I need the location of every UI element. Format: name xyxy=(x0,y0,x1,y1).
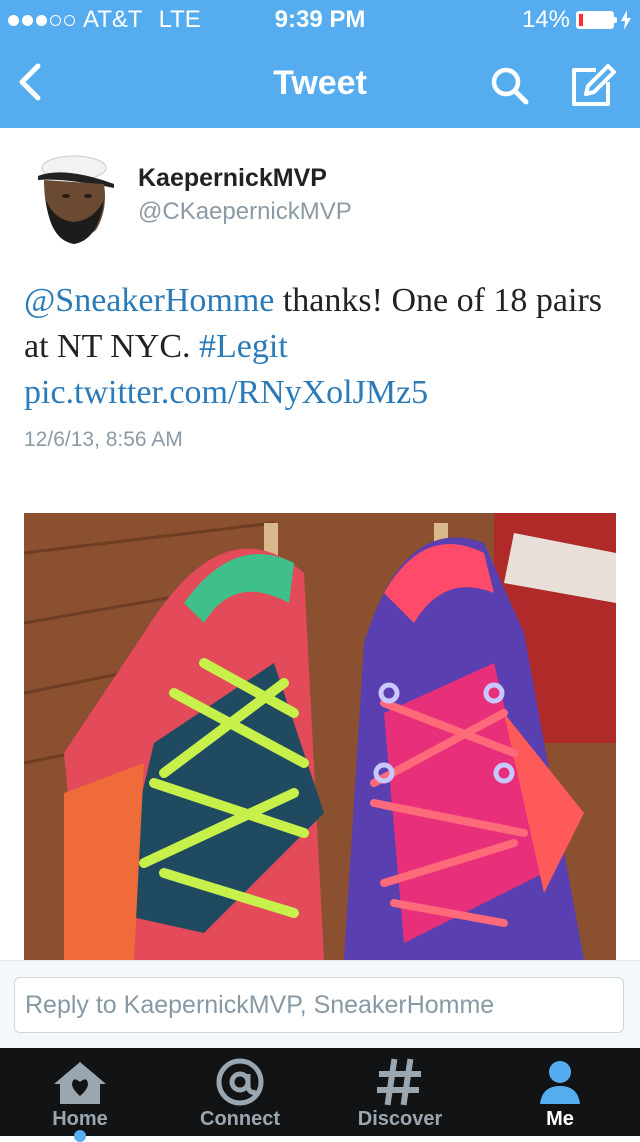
tweet-text: @SneakerHomme thanks! One of 18 pairs at… xyxy=(24,278,624,416)
tab-connect-label: Connect xyxy=(200,1108,280,1130)
search-button[interactable] xyxy=(488,64,532,108)
author-name[interactable]: KaepernickMVP xyxy=(138,164,327,193)
tab-me[interactable]: Me xyxy=(480,1048,640,1136)
at-icon xyxy=(216,1058,264,1106)
tab-home-label: Home xyxy=(52,1108,108,1130)
home-icon xyxy=(54,1062,106,1104)
tab-connect[interactable]: Connect xyxy=(160,1048,320,1136)
reply-input[interactable] xyxy=(14,977,624,1033)
avatar-image xyxy=(24,150,120,246)
mention-link[interactable]: @SneakerHomme xyxy=(24,282,274,319)
status-bar: AT&T LTE 9:39 PM 14% xyxy=(0,0,640,40)
media-link[interactable]: pic.twitter.com/RNyXolJMz5 xyxy=(24,374,428,411)
tweet-timestamp: 12/6/13, 8:56 AM xyxy=(24,428,183,451)
tab-home[interactable]: Home xyxy=(0,1048,160,1142)
compose-icon xyxy=(572,64,616,106)
avatar[interactable] xyxy=(24,150,120,246)
tab-bar: Home Connect Discover Me xyxy=(0,1048,640,1142)
author-handle[interactable]: @CKaepernickMVP xyxy=(138,198,352,226)
navigation-bar: Tweet xyxy=(0,40,640,128)
person-icon xyxy=(540,1061,580,1104)
tab-me-label: Me xyxy=(546,1108,574,1130)
reply-bar xyxy=(0,960,640,1049)
sneakers-image xyxy=(24,513,616,960)
tab-discover-label: Discover xyxy=(357,1108,443,1130)
hashtag-link[interactable]: #Legit xyxy=(199,328,288,365)
tweet-photo[interactable] xyxy=(24,513,616,960)
hash-icon xyxy=(377,1058,421,1106)
search-icon xyxy=(491,67,529,105)
charging-icon xyxy=(621,10,631,30)
status-right: 14% xyxy=(522,6,632,34)
unread-indicator xyxy=(74,1130,86,1142)
page-title: Tweet xyxy=(273,64,367,102)
tab-discover[interactable]: Discover xyxy=(320,1048,480,1136)
compose-button[interactable] xyxy=(568,62,616,110)
battery-percent: 14% xyxy=(521,6,570,33)
battery-icon xyxy=(576,11,617,29)
